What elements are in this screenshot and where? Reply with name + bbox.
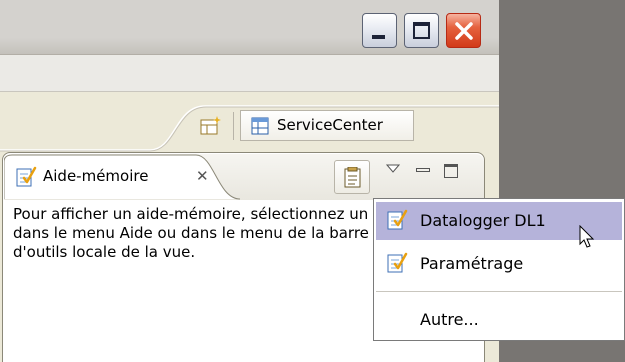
cheatsheet-icon (387, 252, 408, 273)
perspective-label: ServiceCenter (277, 116, 383, 134)
view-tab-strip: Aide-mémoire ✕ (4, 154, 484, 200)
cheatsheet-icon (387, 209, 408, 230)
minimize-icon (372, 35, 385, 39)
menu-bar (0, 55, 499, 92)
maximize-icon (413, 22, 430, 39)
cheatsheet-list-icon (344, 167, 361, 188)
view-minimize-icon[interactable] (416, 168, 430, 172)
tab-title: Aide-mémoire (43, 167, 149, 185)
tab-close-icon[interactable]: ✕ (196, 167, 209, 185)
open-perspective-icon[interactable] (200, 116, 222, 136)
perspective-separator (233, 112, 234, 140)
close-icon (455, 22, 473, 40)
cheatsheet-menu-button[interactable] (334, 160, 370, 194)
menu-item-label: Paramétrage (420, 254, 524, 273)
cheatsheet-dropdown-menu: Datalogger DL1 Paramétrage Autre... (373, 198, 625, 341)
perspective-servicecenter-button[interactable]: ServiceCenter (240, 110, 414, 141)
menu-item-label: Datalogger DL1 (420, 211, 546, 230)
menu-separator (376, 291, 622, 292)
menu-item-parametrage[interactable]: Paramétrage (376, 245, 622, 283)
view-menu-icon[interactable] (386, 164, 400, 174)
mouse-cursor-icon (579, 225, 595, 248)
minimize-button[interactable] (362, 13, 397, 48)
perspective-table-icon (251, 117, 269, 135)
menu-item-label: Autre... (420, 310, 479, 329)
view-maximize-icon[interactable] (444, 164, 458, 178)
close-button[interactable] (446, 13, 481, 48)
maximize-button[interactable] (404, 13, 439, 48)
menu-item-autre[interactable]: Autre... (376, 301, 622, 339)
title-bar (0, 0, 499, 55)
cheatsheet-icon (16, 166, 37, 187)
